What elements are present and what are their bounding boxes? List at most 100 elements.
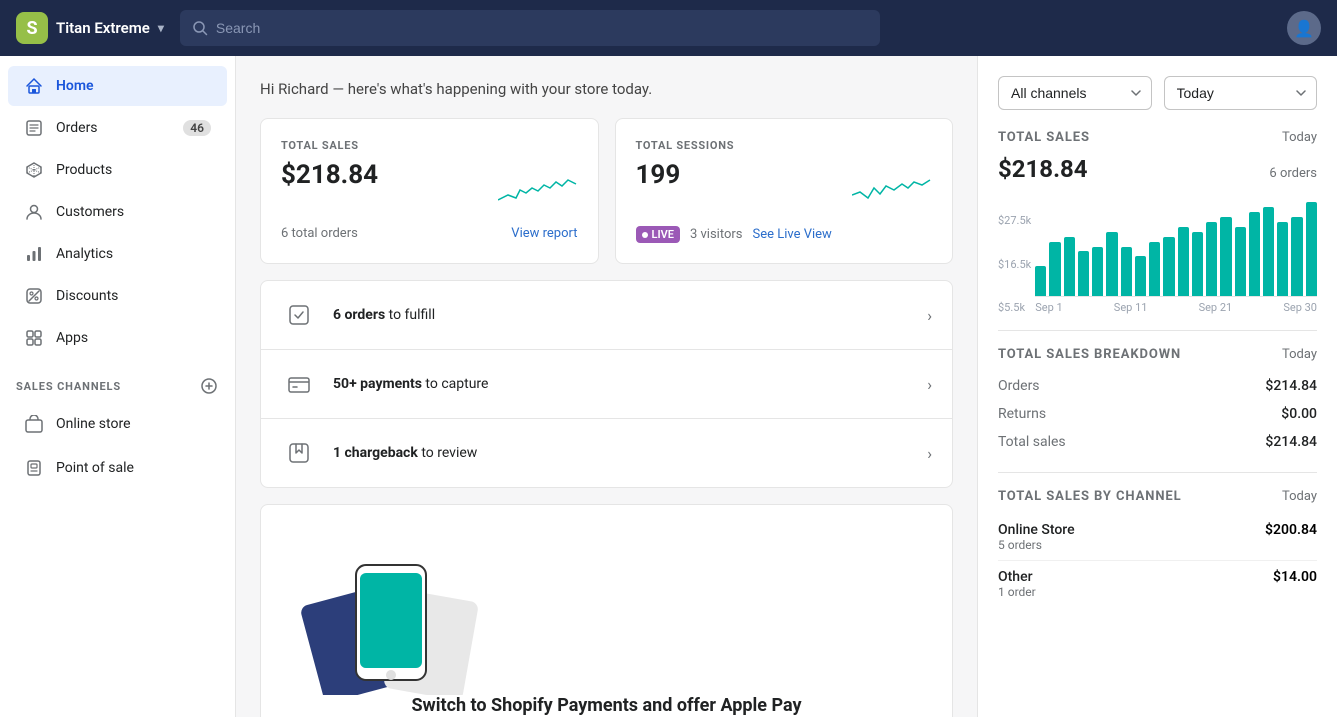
breakdown-label-returns: Returns [998,406,1046,422]
panel-total-sales-header: TOTAL SALES Today [998,130,1317,149]
bar-3 [1064,237,1075,296]
bar-5 [1092,247,1103,297]
sidebar-item-point-of-sale[interactable]: Point of sale [8,448,227,488]
main-content: Hi Richard — here's what's happening wit… [236,56,977,717]
sales-sparkline [498,160,578,210]
channel-row-other: Other 1 order $14.00 [998,561,1317,607]
sidebar-item-orders[interactable]: Orders 46 [8,108,227,148]
channel-rows: Online Store 5 orders $200.84 Other 1 or… [998,514,1317,607]
live-badge: LIVE [636,226,680,243]
breakdown-label-orders: Orders [998,378,1040,394]
action-list: 6 orders to fulfill › 50+ payments to ca… [260,280,953,488]
total-sales-value: $218.84 [281,160,378,190]
chargeback-item[interactable]: 1 chargeback to review › [261,419,952,487]
avatar[interactable]: 👤 [1287,11,1321,45]
breakdown-value-orders: $214.84 [1265,378,1317,394]
right-panel: All channels Online Store Point of Sale … [977,56,1337,717]
x-label-3: Sep 21 [1199,301,1233,314]
sidebar-label-discounts: Discounts [56,288,118,304]
brand-logo[interactable]: S Titan Extreme ▾ [16,12,164,44]
point-of-sale-icon [24,458,44,478]
total-sales-card: TOTAL SALES $218.84 6 total orders View … [260,118,599,264]
view-report-link[interactable]: View report [511,226,577,241]
see-live-view-link[interactable]: See Live View [752,227,831,242]
main-layout: Home Orders 46 Products [0,56,1337,717]
search-bar[interactable] [180,10,880,46]
promo-title: Switch to Shopify Payments and offer App… [281,695,932,716]
panel-controls: All channels Online Store Point of Sale … [998,76,1317,110]
sessions-sparkline [852,160,932,210]
fulfill-orders-icon [281,297,317,333]
sidebar-item-products[interactable]: Products [8,150,227,190]
bar-13 [1206,222,1217,296]
bar-19 [1291,217,1302,296]
channel-meta-online: 5 orders [998,538,1075,552]
bar-14 [1220,217,1231,296]
bar-4 [1078,251,1089,296]
sidebar-label-pos: Point of sale [56,460,134,476]
promo-card: Switch to Shopify Payments and offer App… [260,504,953,717]
total-sessions-label: TOTAL SESSIONS [636,139,933,152]
total-sessions-card: TOTAL SESSIONS 199 LIVE 3 visitors Se [615,118,954,264]
panel-orders-count: 6 orders [1269,166,1317,181]
stats-cards: TOTAL SALES $218.84 6 total orders View … [260,118,953,264]
visitors-count: 3 visitors [690,227,743,242]
chevron-right-icon-3: › [927,444,932,463]
bar-7 [1121,247,1132,297]
y-label-bot: $5.5k [998,301,1031,314]
shopify-icon: S [16,12,48,44]
sessions-card-footer: LIVE 3 visitors See Live View [636,226,933,243]
sales-channels-section: SALES CHANNELS [0,360,235,402]
add-channel-button[interactable] [199,376,219,396]
x-label-4: Sep 30 [1283,301,1317,314]
breakdown-title: TOTAL SALES BREAKDOWN [998,347,1181,362]
capture-payments-text: 50+ payments to capture [333,376,911,392]
divider-1 [998,330,1317,331]
y-axis-labels: $27.5k $16.5k $5.5k [998,214,1031,314]
breakdown-value-total: $214.84 [1265,434,1317,450]
breakdown-date: Today [1282,347,1317,362]
greeting-text: Hi Richard — here's what's happening wit… [260,80,953,98]
sidebar-item-customers[interactable]: Customers [8,192,227,232]
channel-selector[interactable]: All channels Online Store Point of Sale [998,76,1152,110]
search-input[interactable] [216,20,868,36]
channel-name-other: Other [998,569,1036,585]
sidebar: Home Orders 46 Products [0,56,236,717]
bar-8 [1135,256,1146,296]
x-axis-labels: Sep 1 Sep 11 Sep 21 Sep 30 [1035,301,1317,314]
live-dot [642,232,648,238]
chargeback-icon [281,435,317,471]
home-icon [24,76,44,96]
bar-16 [1249,212,1260,296]
y-label-top: $27.5k [998,214,1031,227]
channel-row-online: Online Store 5 orders $200.84 [998,514,1317,561]
sidebar-item-discounts[interactable]: Discounts [8,276,227,316]
bar-1 [1035,266,1046,296]
date-selector[interactable]: Today Yesterday Last 7 days [1164,76,1318,110]
sidebar-item-online-store[interactable]: Online store [8,404,227,444]
breakdown-label-total: Total sales [998,434,1066,450]
by-channel-header: TOTAL SALES BY CHANNEL Today [998,489,1317,508]
apps-icon [24,328,44,348]
search-icon [192,20,208,36]
sales-bar-chart: $27.5k $16.5k $5.5k [998,197,1317,314]
sidebar-item-analytics[interactable]: Analytics [8,234,227,274]
x-label-1: Sep 1 [1035,301,1062,314]
channel-meta-other: 1 order [998,585,1036,599]
bar-18 [1277,222,1288,296]
panel-total-sales-date: Today [1282,130,1317,145]
fulfill-orders-item[interactable]: 6 orders to fulfill › [261,281,952,350]
sidebar-item-home[interactable]: Home [8,66,227,106]
bar-chart-bars [1035,197,1317,297]
sidebar-label-products: Products [56,162,112,178]
capture-payments-item[interactable]: 50+ payments to capture › [261,350,952,419]
channel-amount-online: $200.84 [1265,522,1317,538]
orders-badge: 46 [183,120,211,136]
breakdown-header: TOTAL SALES BREAKDOWN Today [998,347,1317,366]
chevron-right-icon: › [927,306,932,325]
sidebar-item-apps[interactable]: Apps [8,318,227,358]
discounts-icon [24,286,44,306]
analytics-icon [24,244,44,264]
total-sessions-value: 199 [636,160,681,190]
top-navigation: S Titan Extreme ▾ 👤 [0,0,1337,56]
